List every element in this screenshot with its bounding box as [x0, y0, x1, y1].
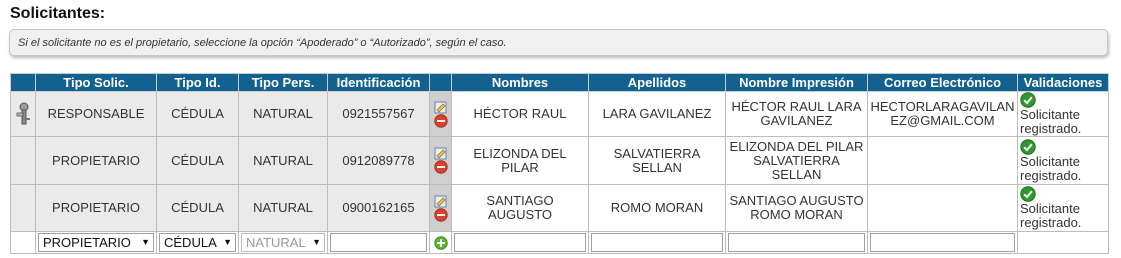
- cell-identificacion: 0921557567: [327, 91, 430, 137]
- cell-tipo-solic: PROPIETARIO: [35, 184, 157, 232]
- check-circle-icon: [1020, 92, 1036, 108]
- header-actions: [429, 73, 452, 92]
- cell-tipo-pers: NATURAL: [238, 136, 328, 185]
- cell-apellidos: ROMO MORAN: [588, 184, 726, 232]
- new-correo-cell: [867, 231, 1018, 254]
- header-tipo-id: Tipo Id.: [156, 73, 239, 92]
- cell-validacion: Solicitante registrado.: [1017, 91, 1109, 137]
- check-circle-icon: [1020, 186, 1036, 202]
- cell-nombres: ELIZONDA DEL PILAR: [451, 136, 589, 185]
- edit-icon[interactable]: [434, 147, 448, 160]
- key-person-icon: [16, 102, 30, 125]
- cell-apellidos: SALVATIERRA SELLAN: [588, 136, 726, 185]
- cell-tipo-pers: NATURAL: [238, 91, 328, 137]
- table-header-row: Tipo Solic. Tipo Id. Tipo Pers. Identifi…: [10, 73, 1109, 92]
- edit-icon[interactable]: [434, 101, 448, 114]
- row-actions: [429, 184, 452, 232]
- remove-icon[interactable]: [433, 113, 448, 128]
- header-nombre-impresion: Nombre Impresión: [725, 73, 868, 92]
- new-row-blank: [10, 231, 36, 254]
- cell-nombre-impresion: HÉCTOR RAUL LARA GAVILANEZ: [725, 91, 868, 137]
- tipo-id-select[interactable]: CÉDULA ▼: [159, 233, 236, 252]
- tipo-solic-select[interactable]: PROPIETARIO ▼: [38, 233, 154, 252]
- new-apellidos-cell: [588, 231, 726, 254]
- tipo-pers-select[interactable]: NATURAL ▼: [241, 233, 325, 252]
- cell-validacion: Solicitante registrado.: [1017, 136, 1109, 185]
- header-tipo-solic: Tipo Solic.: [35, 73, 157, 92]
- apellidos-input[interactable]: [591, 233, 723, 252]
- header-validaciones: Validaciones: [1017, 73, 1109, 92]
- chevron-down-icon: ▼: [141, 237, 150, 247]
- chevron-down-icon: ▼: [223, 237, 232, 247]
- nombre-impresion-input[interactable]: [728, 233, 865, 252]
- cell-correo: [867, 136, 1018, 185]
- new-validacion-cell: [1017, 231, 1109, 254]
- header-apellidos: Apellidos: [588, 73, 726, 92]
- table-row: PROPIETARIO CÉDULA NATURAL 0912089778 EL…: [10, 136, 1109, 185]
- new-tipo-solic-cell: PROPIETARIO ▼: [35, 231, 157, 254]
- cell-nombres: HÉCTOR RAUL: [451, 91, 589, 137]
- cell-apellidos: LARA GAVILANEZ: [588, 91, 726, 137]
- nombres-input[interactable]: [454, 233, 586, 252]
- section-title: Solicitantes:: [10, 5, 106, 22]
- new-nombre-impresion-cell: [725, 231, 868, 254]
- correo-input[interactable]: [870, 233, 1015, 252]
- header-nombres: Nombres: [451, 73, 589, 92]
- tipo-pers-select-value: NATURAL: [246, 235, 306, 250]
- cell-tipo-id: CÉDULA: [156, 136, 239, 185]
- cell-nombre-impresion: SANTIAGO AUGUSTO ROMO MORAN: [725, 184, 868, 232]
- cell-nombres: SANTIAGO AUGUSTO: [451, 184, 589, 232]
- cell-tipo-solic: RESPONSABLE: [35, 91, 157, 137]
- applicants-table: Tipo Solic. Tipo Id. Tipo Pers. Identifi…: [10, 73, 1109, 254]
- validation-text: Solicitante registrado.: [1020, 153, 1082, 183]
- cell-correo: [867, 184, 1018, 232]
- check-circle-icon: [1020, 138, 1036, 155]
- cell-tipo-id: CÉDULA: [156, 91, 239, 137]
- header-correo: Correo Electrónico: [867, 73, 1018, 92]
- responsible-cell: [10, 91, 36, 137]
- tipo-id-select-value: CÉDULA: [164, 235, 217, 250]
- responsible-cell: [10, 184, 36, 232]
- cell-nombre-impresion: ELIZONDA DEL PILAR SALVATIERRA SELLAN: [725, 136, 868, 185]
- new-nombres-cell: [451, 231, 589, 254]
- cell-validacion: Solicitante registrado.: [1017, 184, 1109, 232]
- validation-text: Solicitante registrado.: [1020, 107, 1082, 136]
- remove-icon[interactable]: [433, 207, 448, 222]
- info-note: Si el solicitante no es el propietario, …: [9, 29, 1108, 56]
- cell-tipo-solic: PROPIETARIO: [35, 136, 157, 185]
- cell-identificacion: 0900162165: [327, 184, 430, 232]
- validation-text: Solicitante registrado.: [1020, 201, 1082, 230]
- header-identificacion: Identificación: [327, 73, 430, 92]
- new-applicant-row: PROPIETARIO ▼ CÉDULA ▼ NATURAL ▼: [10, 231, 1109, 254]
- add-icon[interactable]: [433, 235, 448, 250]
- cell-correo: HECTORLARAGAVILANEZ@GMAIL.COM: [867, 91, 1018, 137]
- responsible-cell: [10, 136, 36, 185]
- new-tipo-pers-cell: NATURAL ▼: [238, 231, 328, 254]
- chevron-down-icon: ▼: [312, 237, 321, 247]
- edit-icon[interactable]: [434, 195, 448, 208]
- cell-tipo-id: CÉDULA: [156, 184, 239, 232]
- remove-icon[interactable]: [433, 160, 448, 174]
- identificacion-input[interactable]: [330, 233, 427, 252]
- cell-tipo-pers: NATURAL: [238, 184, 328, 232]
- header-tipo-pers: Tipo Pers.: [238, 73, 328, 92]
- new-row-actions: [429, 231, 452, 254]
- table-row: RESPONSABLE CÉDULA NATURAL 0921557567 HÉ…: [10, 91, 1109, 137]
- cell-identificacion: 0912089778: [327, 136, 430, 185]
- row-actions: [429, 136, 452, 185]
- row-actions: [429, 91, 452, 137]
- tipo-solic-select-value: PROPIETARIO: [43, 235, 131, 250]
- header-blank: [10, 73, 36, 92]
- new-identificacion-cell: [327, 231, 430, 254]
- new-tipo-id-cell: CÉDULA ▼: [156, 231, 239, 254]
- table-row: PROPIETARIO CÉDULA NATURAL 0900162165 SA…: [10, 184, 1109, 232]
